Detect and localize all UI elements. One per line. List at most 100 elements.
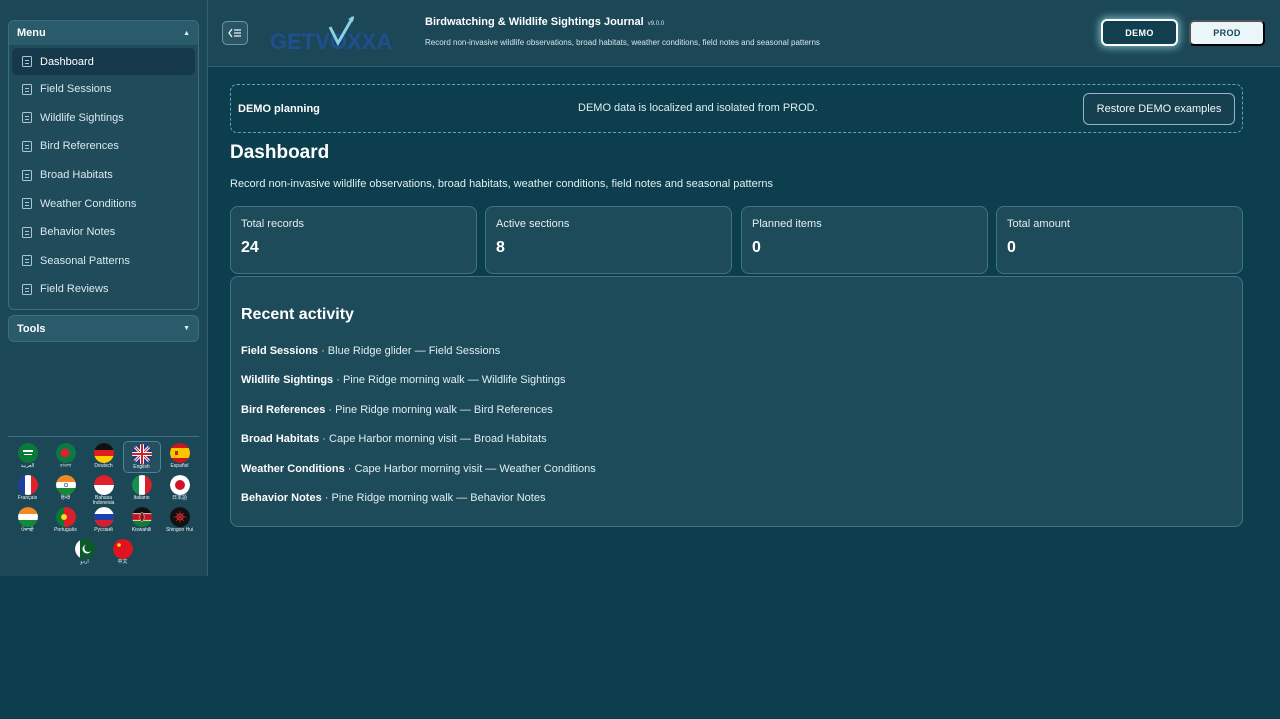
language-label: বাংলা	[59, 463, 72, 469]
sidebar-item-label: Wildlife Sightings	[40, 111, 124, 124]
activity-text: · Pine Ridge morning walk — Wildlife Sig…	[333, 374, 566, 387]
recent-activity-title: Recent activity	[241, 306, 354, 323]
sidebar-item-bird-references[interactable]: Bird References	[12, 132, 195, 161]
language-punjabi[interactable]: ਪੰਜਾਬੀ	[9, 505, 47, 537]
stat-label: Planned items	[752, 218, 822, 230]
activity-item: Weather Conditions · Cape Harbor morning…	[241, 462, 1232, 491]
spain-flag-icon	[169, 443, 190, 463]
language-label: العربية	[20, 463, 35, 469]
activity-text: · Pine Ridge morning walk — Behavior Not…	[321, 491, 546, 504]
tools-panel-toggle[interactable]: Tools ▼	[8, 315, 199, 342]
document-icon	[22, 140, 32, 152]
sidebar-item-dashboard[interactable]: Dashboard	[12, 48, 195, 75]
language-swahili[interactable]: Kiswahili	[123, 505, 161, 537]
document-icon	[22, 255, 32, 267]
sidebar-item-label: Seasonal Patterns	[40, 254, 130, 267]
menu-title: Menu	[17, 27, 46, 39]
divider	[8, 436, 199, 437]
france-flag-icon	[17, 475, 38, 495]
language-italian[interactable]: Italiano	[123, 473, 161, 505]
stat-label: Active sections	[496, 218, 570, 230]
language-label: Deutsch	[94, 463, 113, 469]
restore-demo-button[interactable]: Restore DEMO examples	[1083, 93, 1235, 125]
language-label: Русский	[94, 527, 113, 533]
sidebar-item-wildlife-sightings[interactable]: Wildlife Sightings	[12, 104, 195, 133]
menu-header[interactable]: Menu ▲	[9, 21, 198, 45]
language-bengali[interactable]: বাংলা	[47, 441, 85, 473]
sidebar-collapse-icon	[228, 28, 241, 38]
menu-panel: Menu ▲ Dashboard Field Sessions Wildlife…	[8, 20, 199, 310]
stat-value: 8	[496, 239, 505, 256]
demo-mode-button[interactable]: DEMO	[1101, 19, 1178, 46]
document-icon	[22, 112, 32, 124]
language-arabic[interactable]: العربية	[9, 441, 47, 473]
activity-item: Bird References · Pine Ridge morning wal…	[241, 403, 1232, 432]
sidebar-item-label: Broad Habitats	[40, 169, 113, 182]
stat-label: Total amount	[1007, 218, 1070, 230]
page-title: Dashboard	[230, 142, 330, 163]
collapse-sidebar-button[interactable]	[222, 21, 248, 45]
activity-item: Behavior Notes · Pine Ridge morning walk…	[241, 491, 1232, 520]
india-flag-icon	[17, 507, 38, 527]
language-german[interactable]: Deutsch	[85, 441, 123, 473]
pakistan-flag-icon	[74, 539, 95, 559]
sidebar-item-label: Behavior Notes	[40, 226, 116, 239]
china-flag-icon	[112, 539, 133, 559]
germany-flag-icon	[93, 443, 114, 463]
sidebar-item-label: Field Sessions	[40, 83, 112, 96]
stat-card-total-records: Total records 24	[230, 206, 477, 274]
version-label: v9.0.0	[647, 21, 665, 27]
activity-text: · Blue Ridge glider — Field Sessions	[318, 345, 501, 357]
language-japanese[interactable]: 日本語	[161, 473, 199, 505]
notice-title: DEMO planning	[238, 102, 320, 115]
stat-card-total-amount: Total amount 0	[996, 206, 1243, 274]
language-hindi[interactable]: हिन्दी	[47, 473, 85, 505]
language-russian[interactable]: Русский	[85, 505, 123, 537]
language-label: Kiswahili	[131, 527, 152, 533]
bangladesh-flag-icon	[55, 443, 76, 463]
language-label: Français	[17, 495, 38, 501]
brand-logo: GETVOXXA	[270, 16, 392, 53]
sidebar-item-label: Weather Conditions	[40, 197, 137, 210]
activity-section: Field Sessions	[241, 345, 319, 357]
stat-card-active-sections: Active sections 8	[485, 206, 732, 274]
kenya-flag-icon	[131, 507, 152, 527]
sidebar-item-weather-conditions[interactable]: Weather Conditions	[12, 189, 195, 218]
language-urdu[interactable]: اردو	[66, 537, 104, 569]
sidebar-item-behavior-notes[interactable]: Behavior Notes	[12, 218, 195, 247]
document-icon	[22, 169, 32, 181]
language-portuguese[interactable]: Português	[47, 505, 85, 537]
app-root: Menu ▲ Dashboard Field Sessions Wildlife…	[0, 0, 1280, 719]
chevron-up-icon: ▲	[183, 29, 190, 37]
language-label: اردو	[80, 559, 89, 565]
language-indonesian[interactable]: Bahasa Indonesia	[85, 473, 123, 506]
language-spanish[interactable]: Español	[161, 441, 199, 473]
language-label: English	[133, 464, 150, 470]
shingon-flag-icon	[169, 507, 190, 527]
chevron-down-icon: ▼	[183, 325, 190, 332]
sidebar-item-broad-habitats[interactable]: Broad Habitats	[12, 161, 195, 190]
demo-notice: DEMO planning DEMO data is localized and…	[230, 84, 1243, 133]
activity-text: · Pine Ridge morning walk — Bird Referen…	[325, 403, 553, 416]
language-label: Italiano	[133, 495, 150, 501]
language-english[interactable]: English	[122, 441, 161, 473]
document-icon	[22, 283, 32, 295]
tools-title: Tools	[17, 322, 46, 335]
language-chinese[interactable]: 中文	[104, 537, 142, 569]
language-french[interactable]: Français	[9, 473, 47, 505]
sidebar-item-field-sessions[interactable]: Field Sessions	[12, 75, 195, 104]
page-description: Record non-invasive wildlife observation…	[230, 178, 773, 190]
activity-text: · Cape Harbor morning visit — Weather Co…	[344, 462, 596, 475]
language-picker: العربية বাংলা Deutsch English Español Fr…	[8, 441, 199, 569]
italy-flag-icon	[131, 475, 152, 495]
activity-section: Bird References	[241, 403, 326, 416]
sidebar-item-label: Bird References	[40, 140, 119, 153]
prod-mode-button[interactable]: PROD	[1189, 20, 1265, 46]
saudi-arabia-flag-icon	[17, 443, 38, 463]
sidebar-item-seasonal-patterns[interactable]: Seasonal Patterns	[12, 247, 195, 276]
sidebar-item-field-reviews[interactable]: Field Reviews	[12, 275, 195, 304]
activity-item: Wildlife Sightings · Pine Ridge morning …	[241, 373, 1232, 402]
japan-flag-icon	[169, 475, 190, 495]
document-icon	[22, 198, 32, 210]
language-shingon[interactable]: Shingon Hui	[161, 505, 199, 537]
